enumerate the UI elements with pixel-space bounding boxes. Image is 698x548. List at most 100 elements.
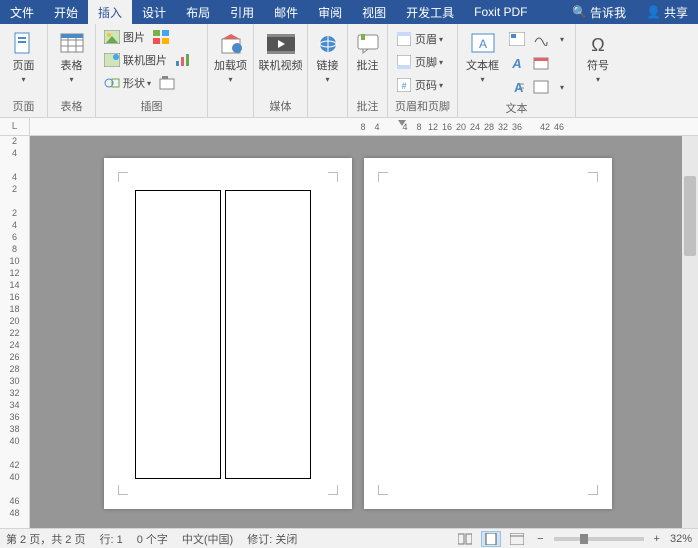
ruler-tick: 4 (370, 118, 384, 135)
footer-button[interactable]: 页脚▾ (392, 51, 447, 73)
ruler-tick: 2 (0, 208, 29, 218)
cropmark (378, 485, 388, 495)
view-print-layout[interactable] (481, 531, 501, 547)
screenshot-button[interactable] (155, 72, 179, 94)
tab-insert[interactable]: 插入 (88, 0, 132, 24)
online-video-button[interactable]: 联机视频 (258, 28, 303, 73)
group-tables-label: 表格 (48, 96, 95, 117)
scrollbar-thumb[interactable] (684, 176, 696, 256)
footer-icon (396, 54, 412, 70)
ruler-tick: 18 (0, 304, 29, 314)
tab-file[interactable]: 文件 (0, 0, 44, 24)
tab-references[interactable]: 引用 (220, 0, 264, 24)
ruler-tick: 16 (0, 292, 29, 302)
dropdown-1[interactable]: ▾ (553, 28, 571, 50)
addins-button[interactable]: 加载项▾ (212, 28, 249, 86)
indent-marker[interactable] (398, 120, 406, 126)
chart-button[interactable] (171, 49, 195, 71)
tab-layout[interactable]: 布局 (176, 0, 220, 24)
ruler-tick: 6 (0, 232, 29, 242)
web-layout-icon (510, 533, 524, 545)
vertical-scrollbar[interactable] (682, 136, 698, 528)
pictures-button[interactable]: 图片 (100, 26, 149, 48)
zoom-in-button[interactable]: + (650, 533, 664, 545)
tab-view[interactable]: 视图 (352, 0, 396, 24)
textbox-button[interactable]: A 文本框▾ (462, 28, 503, 86)
status-track-changes[interactable]: 修订: 关闭 (247, 531, 297, 547)
smartart-button[interactable] (149, 26, 173, 48)
share-button[interactable]: 👤共享 (636, 0, 698, 24)
chevron-down-icon: ▾ (480, 75, 484, 84)
status-words[interactable]: 0 个字 (137, 531, 168, 547)
page-2[interactable] (364, 158, 612, 509)
workspace: 2442246810121416182022242628303234363840… (0, 136, 698, 528)
page-number-label: 页码 (415, 77, 437, 93)
zoom-slider-knob[interactable] (580, 534, 588, 544)
tab-home[interactable]: 开始 (44, 0, 88, 24)
rectangle-shape-1[interactable] (135, 190, 221, 479)
ruler-tick: 30 (0, 376, 29, 386)
header-button[interactable]: 页眉▾ (392, 28, 447, 50)
ruler-tick: 46 (0, 496, 29, 506)
datetime-icon (533, 56, 549, 70)
view-web-layout[interactable] (507, 531, 527, 547)
tell-me[interactable]: 🔍告诉我 (562, 0, 636, 24)
group-media: 联机视频 媒体 (254, 24, 308, 117)
shapes-button[interactable]: 形状▾ (100, 72, 155, 94)
page-1[interactable] (104, 158, 352, 509)
ruler-tick: 8 (356, 118, 370, 135)
chart-icon (175, 53, 191, 67)
online-video-label: 联机视频 (259, 60, 303, 73)
pages-button[interactable]: 页面▾ (4, 28, 43, 86)
ruler-corner[interactable]: L (0, 118, 30, 135)
tab-foxit[interactable]: Foxit PDF (464, 0, 537, 24)
picture-icon (104, 29, 120, 45)
ruler-tick (524, 118, 538, 135)
tab-design[interactable]: 设计 (132, 0, 176, 24)
tab-mailings[interactable]: 邮件 (264, 0, 308, 24)
table-icon (58, 30, 86, 58)
object-icon (533, 80, 549, 94)
status-page[interactable]: 第 2 页，共 2 页 (6, 531, 85, 547)
textbox-label: 文本框 (466, 60, 499, 72)
status-line[interactable]: 行: 1 (99, 531, 122, 547)
ruler-tick: 24 (468, 118, 482, 135)
ruler-tick: 10 (0, 256, 29, 266)
status-language[interactable]: 中文(中国) (182, 531, 233, 547)
quickparts-button[interactable] (505, 28, 529, 50)
ruler-tick: 40 (0, 436, 29, 446)
table-button[interactable]: 表格▾ (52, 28, 91, 86)
datetime-button[interactable] (529, 52, 553, 74)
group-addins-label (208, 112, 253, 117)
dropdown-2[interactable]: ▾ (553, 76, 571, 98)
document-canvas[interactable] (30, 136, 698, 528)
tab-developer[interactable]: 开发工具 (396, 0, 464, 24)
links-button[interactable]: 链接▾ (312, 28, 343, 86)
view-read-mode[interactable] (455, 531, 475, 547)
signature-icon (533, 32, 549, 46)
symbol-button[interactable]: Ω 符号▾ (580, 28, 616, 86)
print-layout-icon (484, 533, 498, 545)
chevron-down-icon: ▾ (439, 81, 443, 90)
signature-button[interactable] (529, 28, 553, 50)
page-icon (10, 30, 38, 58)
zoom-level[interactable]: 32% (670, 533, 692, 545)
page-number-button[interactable]: #页码▾ (392, 74, 447, 96)
zoom-out-button[interactable]: − (533, 533, 547, 545)
object-button[interactable] (529, 76, 553, 98)
online-pictures-button[interactable]: 联机图片 (100, 49, 171, 71)
ruler-tick: 48 (0, 508, 29, 518)
comment-button[interactable]: 批注 (352, 28, 383, 73)
dropcap-button[interactable]: A (505, 76, 529, 98)
tab-review[interactable]: 审阅 (308, 0, 352, 24)
horizontal-ruler[interactable]: 8448121620242832364246 (30, 118, 698, 135)
ruler-tick: 34 (0, 400, 29, 410)
ruler-tick: 12 (0, 268, 29, 278)
rectangle-shape-2[interactable] (225, 190, 311, 479)
addins-label: 加载项 (214, 60, 247, 72)
wordart-button[interactable]: A (505, 52, 529, 74)
vertical-ruler[interactable]: 2442246810121416182022242628303234363840… (0, 136, 30, 528)
cropmark (588, 172, 598, 182)
zoom-slider[interactable] (554, 537, 644, 541)
ruler-tick: 8 (0, 244, 29, 254)
